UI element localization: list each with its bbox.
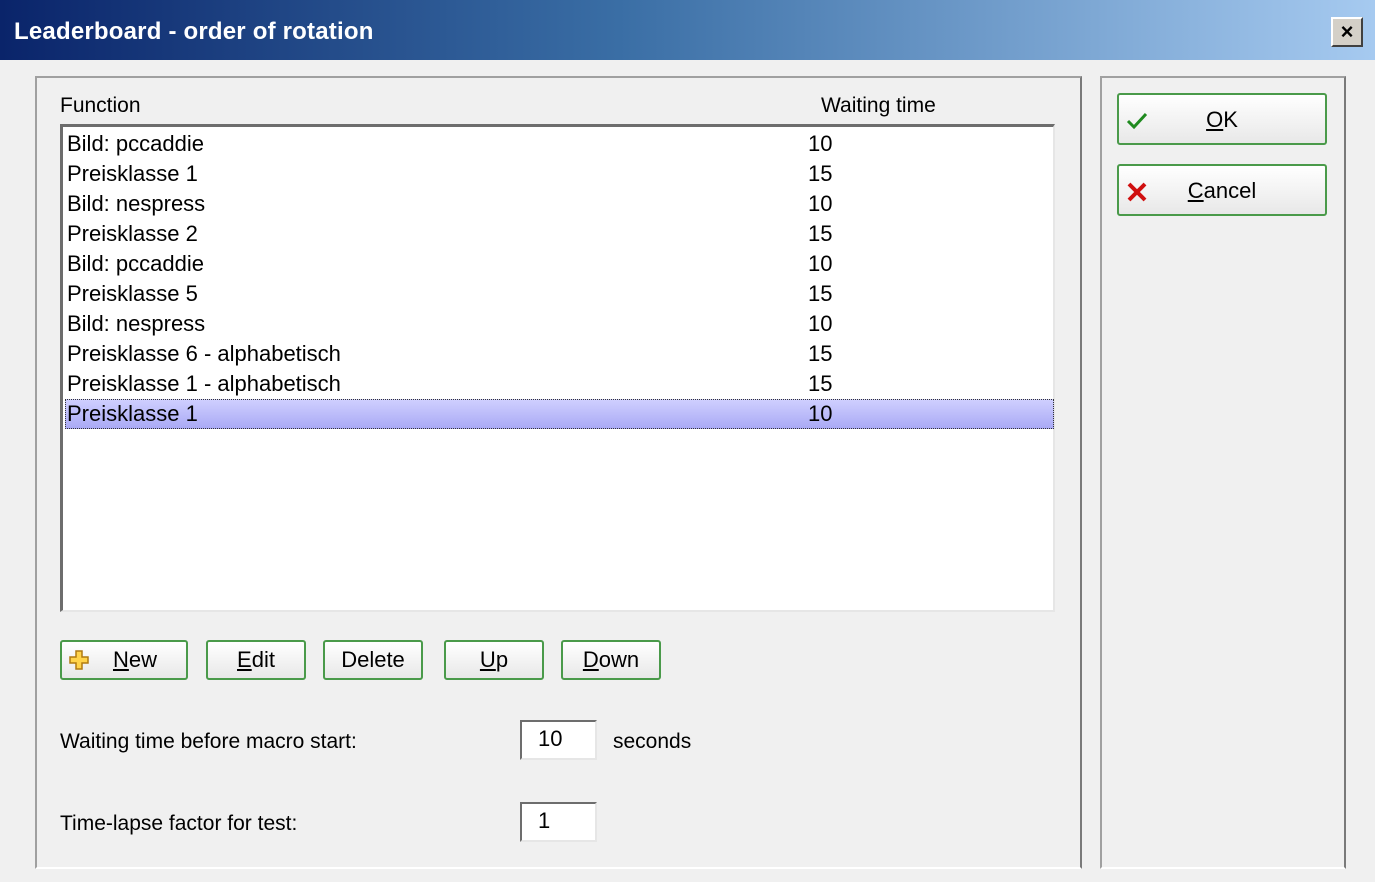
cancel-button-label: ancel bbox=[1203, 178, 1257, 203]
macro-wait-input[interactable]: 10 bbox=[520, 720, 597, 760]
edit-button-mnemonic: E bbox=[237, 647, 252, 672]
list-item-waiting-time: 15 bbox=[808, 221, 833, 246]
list-item-waiting-time: 15 bbox=[808, 161, 833, 186]
title-bar: Leaderboard - order of rotation × bbox=[0, 0, 1375, 60]
list-item-function: Bild: nespress bbox=[67, 191, 206, 216]
list-item[interactable]: Preisklasse 5 15 bbox=[65, 279, 1054, 309]
macro-wait-unit: seconds bbox=[613, 730, 692, 753]
rotation-list[interactable]: Bild: pccaddie 10 Preisklasse 1 15 Bild: n… bbox=[60, 124, 1055, 612]
list-item-function: Preisklasse 5 bbox=[67, 281, 198, 306]
list-item-function: Preisklasse 2 bbox=[67, 221, 198, 246]
list-item-function: Bild: pccaddie bbox=[67, 251, 204, 276]
list-item-function: Bild: pccaddie bbox=[67, 131, 204, 156]
down-button-mnemonic: D bbox=[582, 647, 599, 672]
list-item-waiting-time: 10 bbox=[808, 251, 833, 276]
list-item-function: Preisklasse 6 - alphabetisch bbox=[67, 341, 341, 366]
cancel-button-mnemonic: C bbox=[1187, 178, 1204, 203]
plus-icon bbox=[69, 650, 89, 670]
macro-wait-label: Waiting time before macro start: bbox=[60, 730, 357, 753]
list-item-selected[interactable]: Preisklasse 1 10 bbox=[65, 399, 1054, 429]
list-item-function: Bild: nespress bbox=[67, 311, 206, 336]
list-item[interactable]: Bild: pccaddie 10 bbox=[65, 249, 1054, 279]
list-item-function: Preisklasse 1 - alphabetisch bbox=[67, 371, 341, 396]
close-button[interactable]: × bbox=[1331, 17, 1363, 47]
list-item-waiting-time: 10 bbox=[808, 131, 833, 156]
new-button-label: ew bbox=[128, 647, 157, 672]
delete-button-label: Delete bbox=[341, 647, 405, 672]
list-item[interactable]: Preisklasse 2 15 bbox=[65, 219, 1054, 249]
list-item-waiting-time: 15 bbox=[808, 281, 833, 306]
up-button-label: p bbox=[495, 647, 509, 672]
new-button[interactable]: New bbox=[60, 640, 188, 680]
list-item-waiting-time: 15 bbox=[808, 371, 833, 396]
list-item-waiting-time: 10 bbox=[808, 401, 833, 426]
list-item-waiting-time: 15 bbox=[808, 341, 833, 366]
timelapse-input[interactable]: 1 bbox=[520, 802, 597, 842]
list-item-waiting-time: 10 bbox=[808, 191, 833, 216]
list-item-function: Preisklasse 1 bbox=[67, 401, 198, 426]
list-item[interactable]: Bild: nespress 10 bbox=[65, 309, 1054, 339]
ok-button[interactable]: OK bbox=[1117, 93, 1327, 145]
list-item-waiting-time: 10 bbox=[808, 311, 833, 336]
ok-button-mnemonic: O bbox=[1206, 107, 1224, 132]
close-icon: × bbox=[1340, 19, 1354, 44]
up-button-mnemonic: U bbox=[479, 647, 496, 672]
down-button[interactable]: Down bbox=[561, 640, 661, 680]
new-button-mnemonic: N bbox=[112, 647, 129, 672]
list-item-function: Preisklasse 1 bbox=[67, 161, 198, 186]
list-item[interactable]: Preisklasse 1 - alphabetisch 15 bbox=[65, 369, 1054, 399]
column-header-function[interactable]: Function bbox=[60, 94, 141, 118]
list-item[interactable]: Bild: nespress 10 bbox=[65, 189, 1054, 219]
edit-button[interactable]: Edit bbox=[206, 640, 306, 680]
list-item[interactable]: Bild: pccaddie 10 bbox=[65, 129, 1054, 159]
list-item[interactable]: Preisklasse 1 15 bbox=[65, 159, 1054, 189]
list-item[interactable]: Preisklasse 6 - alphabetisch 15 bbox=[65, 339, 1054, 369]
window-title: Leaderboard - order of rotation bbox=[14, 18, 374, 45]
ok-button-label: K bbox=[1223, 107, 1238, 132]
timelapse-label: Time-lapse factor for test: bbox=[60, 812, 298, 835]
down-button-label: own bbox=[598, 647, 640, 672]
cancel-button[interactable]: Cancel bbox=[1117, 164, 1327, 216]
edit-button-label: dit bbox=[251, 647, 275, 672]
up-button[interactable]: Up bbox=[444, 640, 544, 680]
column-header-waiting-time[interactable]: Waiting time bbox=[821, 94, 936, 118]
delete-button[interactable]: Delete bbox=[323, 640, 423, 680]
